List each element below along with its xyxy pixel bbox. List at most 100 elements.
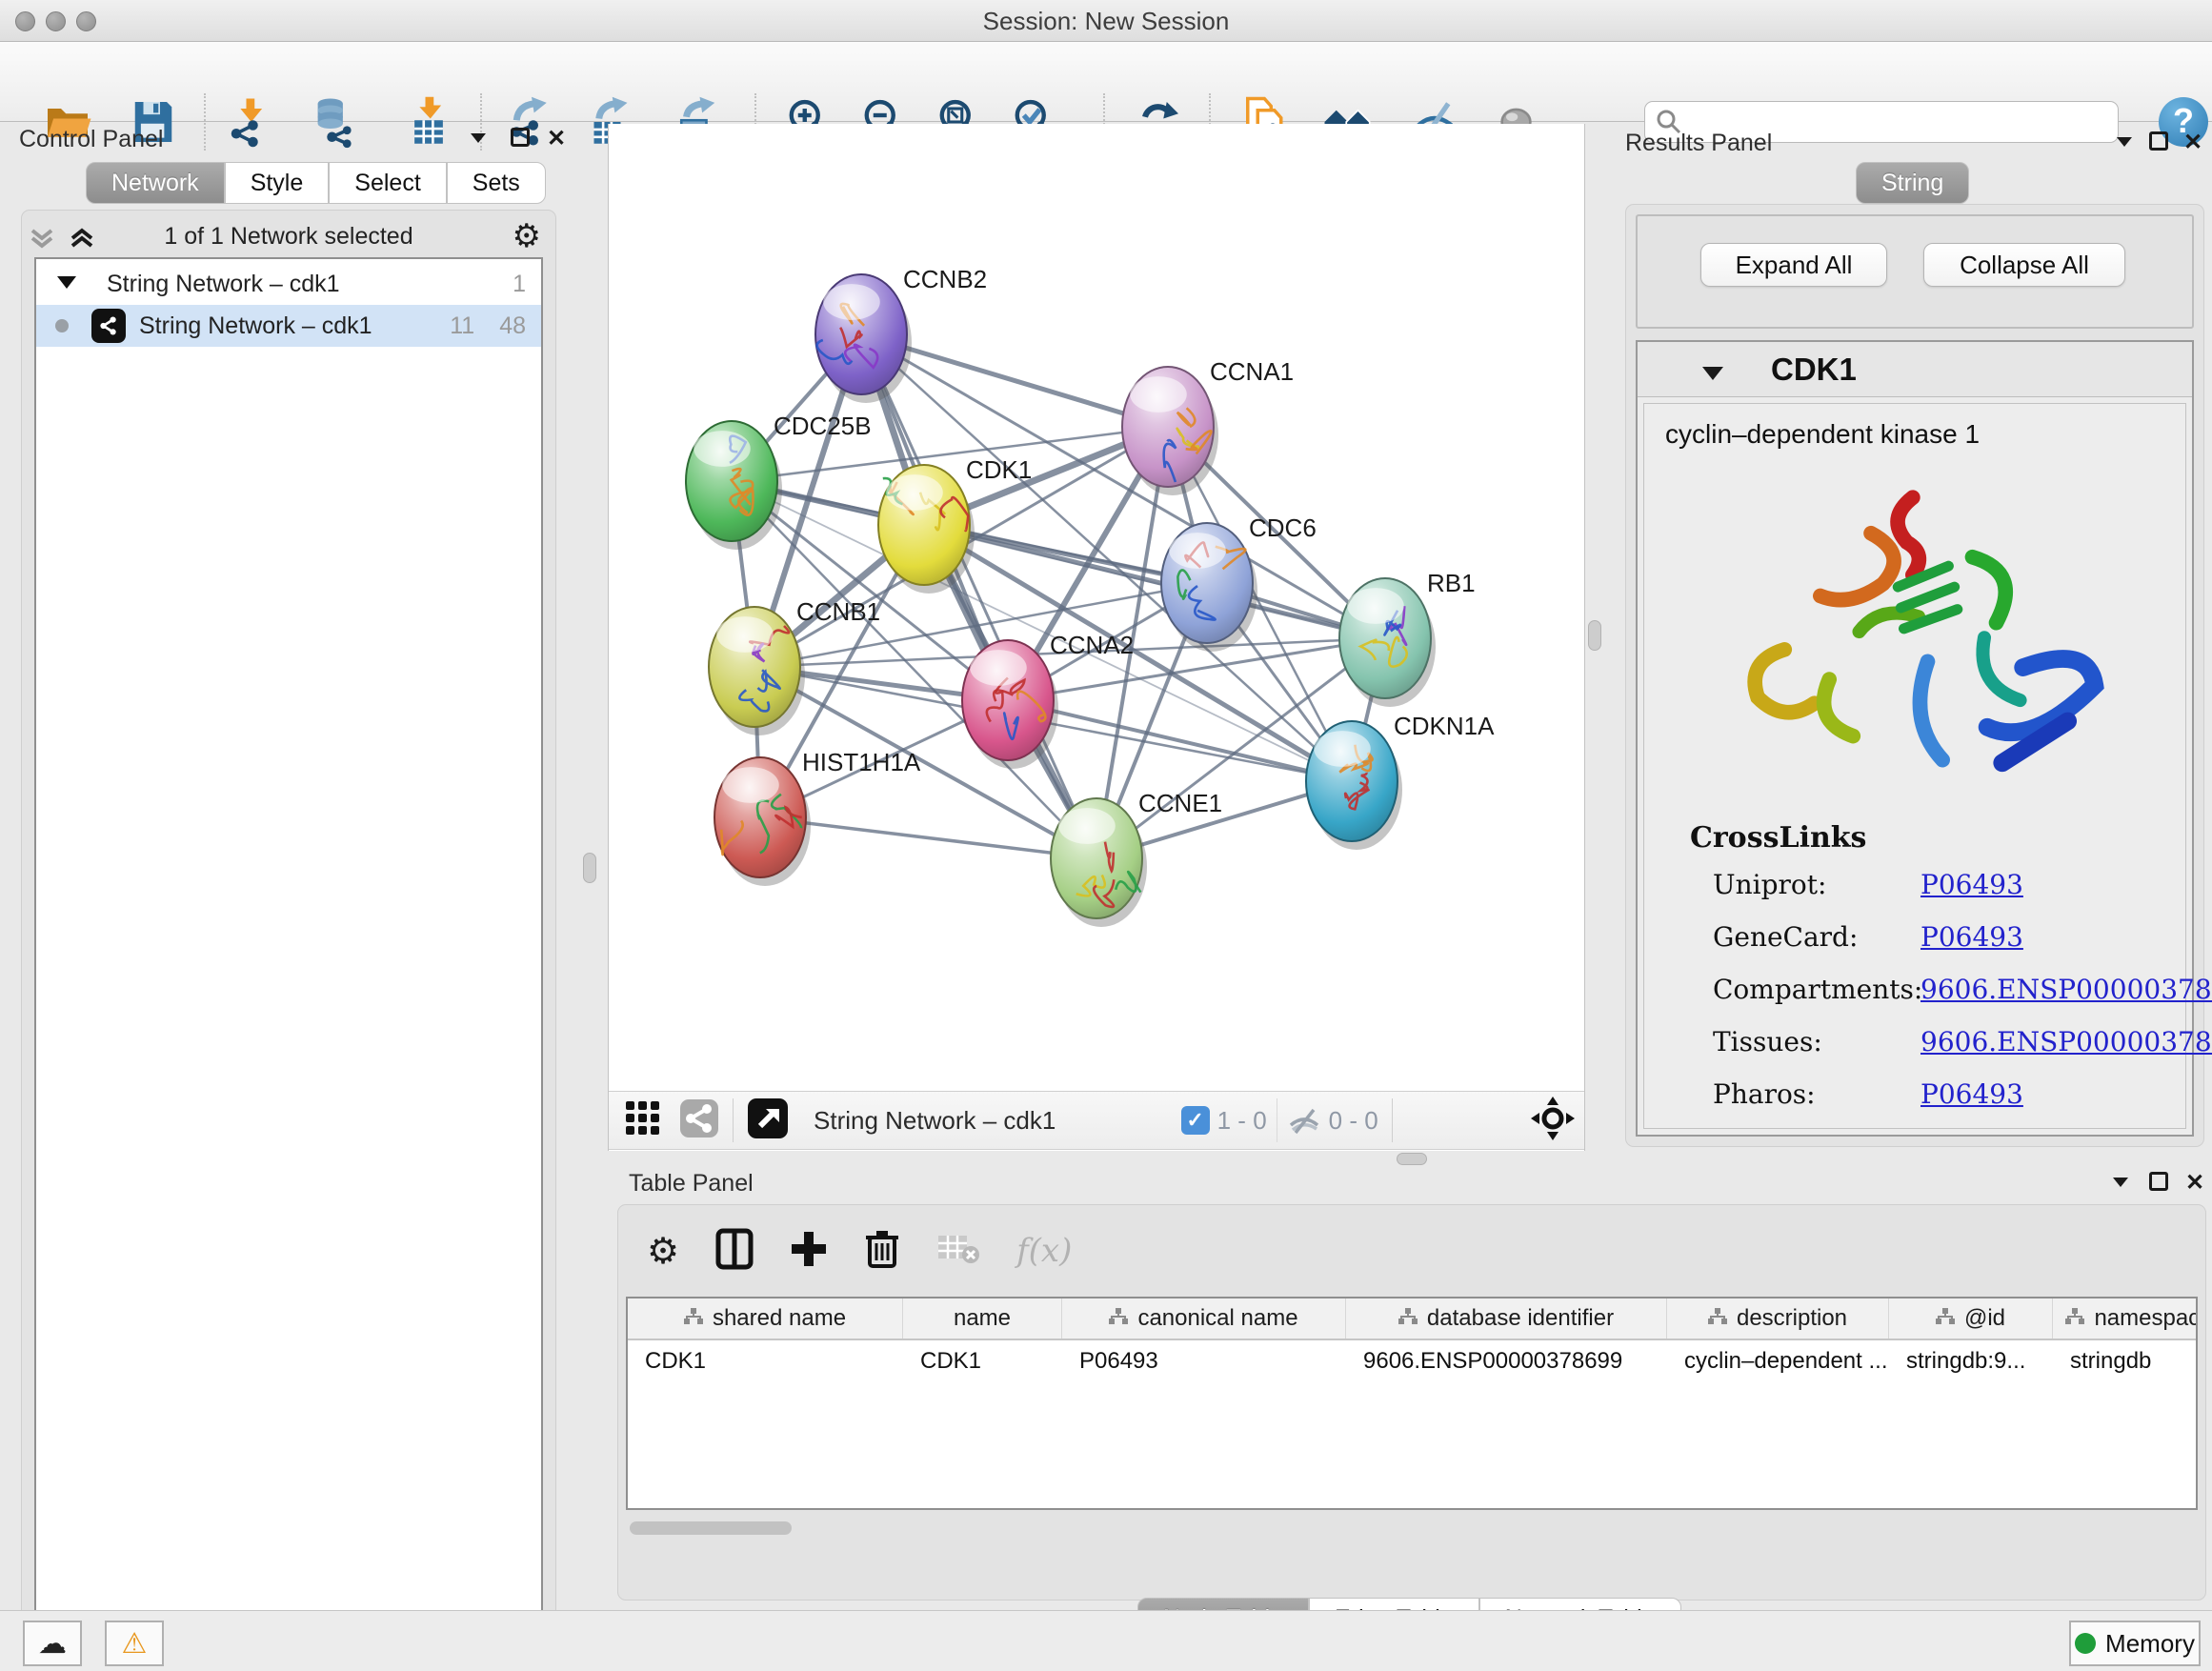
show-columns-icon[interactable] <box>715 1228 754 1275</box>
network-node-ccnb2[interactable]: CCNB2 <box>815 265 987 403</box>
warnings-button[interactable]: ⚠ <box>105 1621 164 1666</box>
close-panel-icon[interactable]: ✕ <box>2185 1172 2204 1195</box>
delete-column-icon[interactable] <box>864 1228 900 1275</box>
network-node-cdc6[interactable]: CDC6 <box>1161 513 1317 652</box>
cloud-status-button[interactable]: ☁ <box>23 1621 82 1666</box>
table-body: CDK1CDK1P064939606.ENSP00000378699cyclin… <box>628 1340 2196 1382</box>
node-label: RB1 <box>1427 569 1476 597</box>
network-node-ccna1[interactable]: CCNA1 <box>1122 357 1294 495</box>
tab-network[interactable]: Network <box>86 162 225 204</box>
table-cell[interactable]: stringdb:9... <box>1889 1340 2053 1382</box>
table-cell[interactable]: P06493 <box>1062 1340 1346 1382</box>
gene-collapse-icon[interactable] <box>1699 363 1727 389</box>
tab-select[interactable]: Select <box>329 162 446 204</box>
table-cell[interactable]: cyclin–dependent ... <box>1667 1340 1889 1382</box>
close-panel-icon[interactable]: ✕ <box>2183 131 2202 154</box>
panel-menu-icon[interactable] <box>2113 131 2136 155</box>
gene-detail-body: cyclin–dependent kinase 1 <box>1643 403 2186 1129</box>
birdseye-view-icon[interactable] <box>1531 1097 1575 1145</box>
delete-table-icon <box>936 1232 980 1271</box>
close-panel-icon[interactable]: ✕ <box>547 128 566 151</box>
table-panel: Table Panel ✕ ⚙ f(x) shared namenamecano… <box>608 1164 2212 1606</box>
panel-menu-icon[interactable] <box>467 128 490 151</box>
float-panel-icon[interactable] <box>511 128 530 147</box>
network-node-rb1[interactable]: RB1 <box>1339 569 1476 707</box>
table-header-row: shared namenamecanonical namedatabase id… <box>628 1299 2196 1340</box>
network-share-icon[interactable] <box>679 1098 719 1143</box>
network-view-title: String Network – cdk1 <box>814 1106 1056 1136</box>
network-collection-row[interactable]: String Network – cdk1 1 <box>36 265 541 303</box>
table-cell[interactable]: CDK1 <box>903 1340 1062 1382</box>
table-horizontal-scrollbar[interactable] <box>626 1520 2198 1537</box>
crosslink-link[interactable]: 9606.ENSP00000378699 <box>1920 974 2185 1005</box>
gene-header-row[interactable]: CDK1 <box>1638 342 2192 397</box>
network-label: String Network – cdk1 <box>139 312 372 340</box>
network-node-ccnb1[interactable]: CCNB1 <box>709 597 880 735</box>
network-edge[interactable] <box>861 334 1096 858</box>
create-column-icon[interactable] <box>790 1230 828 1273</box>
shared-column-icon <box>2065 1305 2084 1332</box>
protein-structure-image <box>1692 471 2140 814</box>
function-builder-icon: f(x) <box>1016 1232 1072 1270</box>
shared-column-icon <box>1398 1305 1418 1332</box>
gene-description: cyclin–dependent kinase 1 <box>1665 419 1980 450</box>
column-header-namespace[interactable]: namespace <box>2053 1299 2198 1339</box>
node-label: CCNB1 <box>796 597 880 626</box>
column-header-canonical-name[interactable]: canonical name <box>1062 1299 1346 1339</box>
table-row[interactable]: CDK1CDK1P064939606.ENSP00000378699cyclin… <box>628 1340 2196 1382</box>
string-network-icon <box>91 309 126 343</box>
network-node-cdk1[interactable]: CDK1 <box>878 455 1032 594</box>
column-header-@id[interactable]: @id <box>1889 1299 2053 1339</box>
crosslink-link[interactable]: P06493 <box>1920 869 2185 900</box>
node-label: CCNB2 <box>903 265 987 293</box>
grid-view-icon[interactable] <box>624 1099 662 1142</box>
memory-button[interactable]: Memory <box>2069 1621 2201 1666</box>
cloud-icon: ☁ <box>38 1627 67 1661</box>
column-header-shared-name[interactable]: shared name <box>628 1299 903 1339</box>
float-panel-icon[interactable] <box>2149 131 2168 151</box>
shared-column-icon <box>684 1305 703 1332</box>
selected-checkbox-icon[interactable]: ✓ <box>1181 1106 1210 1135</box>
table-cell[interactable]: CDK1 <box>628 1340 903 1382</box>
warning-icon: ⚠ <box>122 1627 148 1661</box>
tab-style[interactable]: Style <box>225 162 330 204</box>
panel-menu-icon[interactable] <box>2109 1172 2132 1196</box>
right-splitter-handle[interactable] <box>1588 620 1601 651</box>
memory-status-icon <box>2075 1633 2096 1654</box>
tab-sets[interactable]: Sets <box>447 162 546 204</box>
crosslink-link[interactable]: P06493 <box>1920 1078 2185 1110</box>
float-panel-icon[interactable] <box>2149 1172 2168 1191</box>
open-in-window-icon[interactable] <box>747 1097 789 1144</box>
expand-all-button[interactable]: Expand All <box>1700 243 1887 287</box>
scrollbar-thumb[interactable] <box>630 1521 792 1535</box>
collection-expand-icon[interactable] <box>57 276 76 289</box>
column-header-description[interactable]: description <box>1667 1299 1889 1339</box>
crosslinks-title: CrossLinks <box>1690 821 2185 855</box>
network-toolbar: String Network – cdk1 ✓ 1 - 0 0 - 0 <box>609 1091 1584 1150</box>
node-label: HIST1H1A <box>802 748 921 776</box>
node-table[interactable]: shared namenamecanonical namedatabase id… <box>626 1297 2198 1510</box>
network-node-ccne1[interactable]: CCNE1 <box>1051 789 1222 927</box>
network-row-selected[interactable]: String Network – cdk1 11 48 <box>36 305 541 347</box>
table-cell[interactable]: stringdb <box>2053 1340 2198 1382</box>
crosslink-link[interactable]: P06493 <box>1920 921 2185 953</box>
selected-counts: ✓ 1 - 0 <box>1181 1106 1267 1136</box>
table-cell[interactable]: 9606.ENSP00000378699 <box>1346 1340 1667 1382</box>
network-tree: String Network – cdk1 1 String Network –… <box>34 257 543 1671</box>
network-node-cdkn1a[interactable]: CDKN1A <box>1306 712 1495 850</box>
node-label: CCNA2 <box>1050 631 1134 659</box>
collapse-all-button[interactable]: Collapse All <box>1923 243 2125 287</box>
network-canvas[interactable]: CCNB2CCNA1CDC25BCDK1CDC6RB1CCNB1CCNA2CDK… <box>609 124 1584 1091</box>
network-view-panel: CCNB2CCNA1CDC25BCDK1CDC6RB1CCNB1CCNA2CDK… <box>608 124 1585 1151</box>
hidden-eye-icon <box>1287 1106 1321 1135</box>
network-node-hist1h1a[interactable]: HIST1H1A <box>714 748 921 886</box>
crosslink-link[interactable]: 9606.ENSP00000378699 <box>1920 1026 2185 1057</box>
left-splitter-handle[interactable] <box>583 853 596 883</box>
column-header-name[interactable]: name <box>903 1299 1062 1339</box>
node-label: CDK1 <box>966 455 1032 484</box>
table-options-gear-icon[interactable]: ⚙ <box>647 1230 679 1273</box>
network-options-gear-icon[interactable]: ⚙ <box>513 217 541 255</box>
status-bar: ☁ ⚠ Memory <box>0 1610 2212 1671</box>
tab-string[interactable]: String <box>1856 162 1969 204</box>
column-header-database-identifier[interactable]: database identifier <box>1346 1299 1667 1339</box>
